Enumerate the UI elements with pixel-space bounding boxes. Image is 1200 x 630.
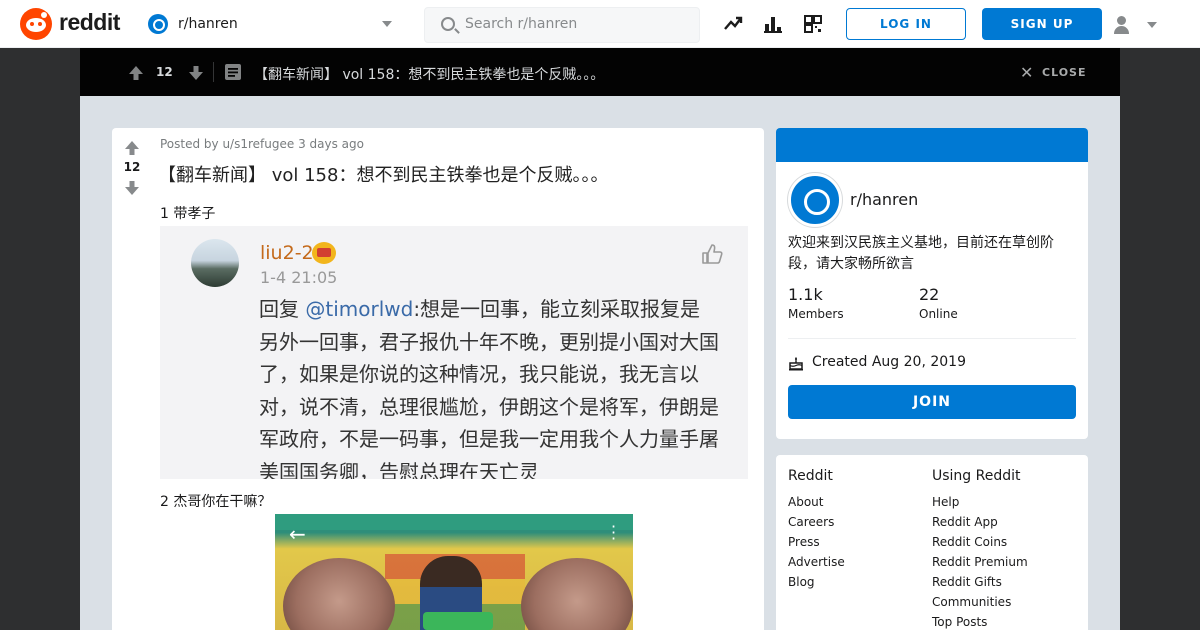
- footer-links-widget: Reddit About Careers Press Advertise Blo…: [776, 455, 1088, 630]
- link-advertise[interactable]: Advertise: [788, 555, 845, 569]
- coins-icon[interactable]: [803, 14, 823, 34]
- link-reddit-gifts[interactable]: Reddit Gifts: [932, 575, 1002, 589]
- comment-screenshot-image: liu2-2 1-4 21:05 回复 @timorlwd:想是一回事，能立刻采…: [160, 226, 748, 479]
- link-careers[interactable]: Careers: [788, 515, 834, 529]
- links-column-title: Using Reddit: [932, 468, 1021, 484]
- community-icon: [788, 173, 842, 227]
- link-reddit-coins[interactable]: Reddit Coins: [932, 535, 1007, 549]
- community-description: 欢迎来到汉民族主义基地，目前还在草创阶段，请大家畅所欲言: [788, 235, 1054, 272]
- topbar-post-title: 【翻车新闻】 vol 158：想不到民主铁拳也是个反贼。。。: [254, 67, 605, 83]
- members-label: Members: [788, 307, 844, 321]
- subreddit-icon: [148, 14, 168, 34]
- link-reddit-premium[interactable]: Reddit Premium: [932, 555, 1028, 569]
- comment-time: 1-4 21:05: [260, 268, 338, 287]
- stats-icon[interactable]: [763, 14, 783, 34]
- reddit-wordmark[interactable]: reddit: [59, 9, 120, 36]
- more-dots-icon: · · ·: [611, 517, 617, 548]
- right-overlay: [1120, 48, 1200, 630]
- created-date: Created Aug 20, 2019: [812, 354, 966, 370]
- post-top-bar: 12 【翻车新闻】 vol 158：想不到民主铁拳也是个反贼。。。 ✕ CLOS…: [80, 48, 1120, 96]
- community-banner: [776, 128, 1088, 162]
- upvote-icon[interactable]: [128, 65, 144, 81]
- subreddit-name: r/hanren: [178, 16, 238, 32]
- downvote-icon[interactable]: [124, 180, 140, 196]
- search-input[interactable]: [465, 16, 685, 32]
- user-icon: [1117, 16, 1126, 25]
- members-count: 1.1k: [788, 285, 823, 304]
- user-menu[interactable]: [1112, 14, 1162, 36]
- link-communities[interactable]: Communities: [932, 595, 1011, 609]
- left-overlay: [0, 48, 80, 630]
- meme-image: ← · · ·: [275, 514, 633, 630]
- post-title: 【翻车新闻】 vol 158：想不到民主铁拳也是个反贼。。。: [158, 165, 609, 186]
- chevron-down-icon: [382, 21, 392, 27]
- divider: [788, 338, 1076, 339]
- vote-score: 12: [123, 160, 141, 174]
- comment-username: liu2-2: [260, 242, 314, 264]
- post-byline: Posted by u/s1refugee 3 days ago: [160, 137, 364, 151]
- signup-button[interactable]: SIGN UP: [982, 8, 1102, 40]
- link-about[interactable]: About: [788, 495, 823, 509]
- online-count: 22: [919, 285, 940, 304]
- post-paragraph: 2 杰哥你在干嘛？: [160, 494, 272, 510]
- link-top-posts[interactable]: Top Posts: [932, 615, 987, 629]
- trending-icon[interactable]: [723, 14, 743, 34]
- thumbs-up-icon: [702, 244, 723, 264]
- crown-badge-icon: [312, 242, 336, 264]
- comment-reply-text: 回复 @timorlwd:想是一回事，能立刻采取报复是另外一回事，君子报仇十年不…: [259, 297, 719, 479]
- link-help[interactable]: Help: [932, 495, 959, 509]
- link-reddit-app[interactable]: Reddit App: [932, 515, 998, 529]
- cake-icon: [789, 357, 803, 371]
- link-press[interactable]: Press: [788, 535, 820, 549]
- back-arrow-icon: ←: [289, 522, 306, 546]
- close-icon: ✕: [1020, 63, 1035, 82]
- login-button[interactable]: LOG IN: [846, 8, 966, 40]
- community-widget: r/hanren 欢迎来到汉民族主义基地，目前还在草创阶段，请大家畅所欲言 1.…: [776, 128, 1088, 439]
- avatar: [191, 239, 239, 287]
- reddit-logo-icon[interactable]: [20, 8, 52, 40]
- close-label: CLOSE: [1042, 66, 1087, 79]
- chevron-down-icon: [1147, 22, 1157, 28]
- links-column-title: Reddit: [788, 468, 833, 484]
- subreddit-dropdown[interactable]: r/hanren: [148, 12, 400, 38]
- vote-score: 12: [156, 65, 173, 79]
- comment-icon: [225, 64, 241, 80]
- join-button[interactable]: JOIN: [788, 385, 1076, 419]
- online-label: Online: [919, 307, 958, 321]
- mention-link: @timorlwd: [305, 297, 414, 321]
- search-bar[interactable]: [424, 7, 700, 43]
- search-icon: [441, 17, 455, 31]
- post-paragraph: 1 带孝子: [160, 206, 216, 222]
- post-card: 12 Posted by u/s1refugee 3 days ago 【翻车新…: [112, 128, 764, 630]
- site-header: reddit r/hanren LOG IN SIGN UP: [0, 0, 1200, 48]
- community-name[interactable]: r/hanren: [850, 190, 918, 209]
- upvote-icon[interactable]: [124, 140, 140, 156]
- link-blog[interactable]: Blog: [788, 575, 815, 589]
- divider: [213, 62, 214, 82]
- downvote-icon[interactable]: [188, 65, 204, 81]
